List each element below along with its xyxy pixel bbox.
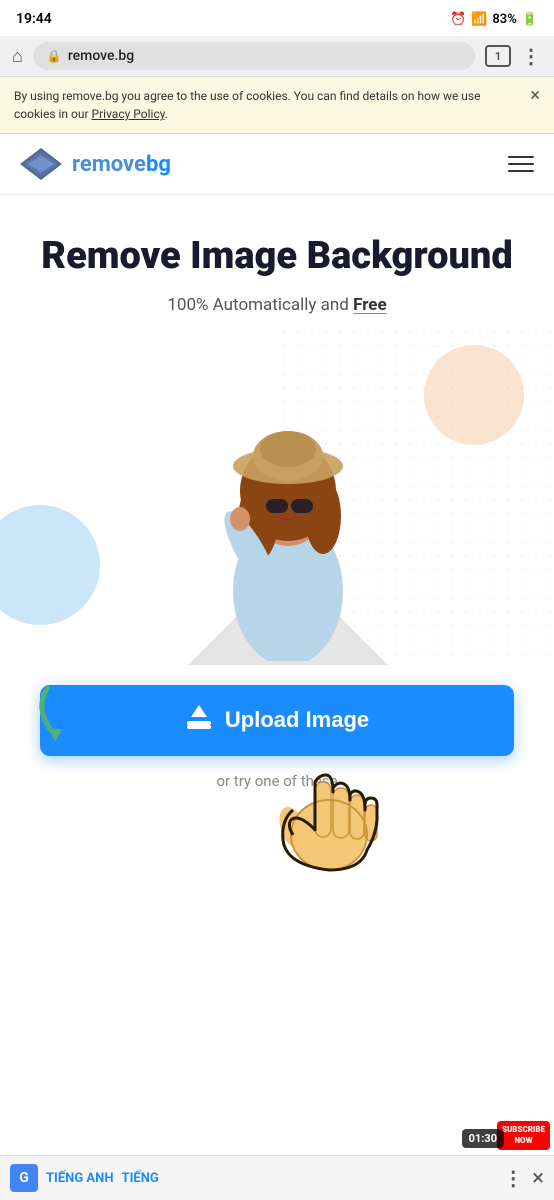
- upload-icon: [185, 703, 213, 738]
- peach-decoration: [424, 345, 524, 445]
- site-logo[interactable]: removebg: [20, 148, 171, 180]
- hero-title: Remove Image Background: [30, 235, 524, 279]
- upload-image-button[interactable]: Upload Image: [40, 685, 514, 756]
- demo-image: [178, 351, 398, 665]
- privacy-policy-link[interactable]: Privacy Policy: [92, 107, 165, 121]
- browser-bar: ⌂ 🔒 remove.bg 1 ⋮: [0, 36, 554, 77]
- demo-area: [0, 325, 554, 665]
- url-text: remove.bg: [68, 48, 134, 64]
- subscribe-badge[interactable]: SUBSCRIBE NOW: [497, 1121, 550, 1150]
- status-right-icons: ⏰ 📶 83% 🔋: [450, 12, 538, 27]
- browser-bottom-bar: G TIẾNG ANH TIẾNG ⋮ ×: [0, 1155, 554, 1200]
- tab-count-button[interactable]: 1: [485, 45, 511, 67]
- timer-badge: 01:30: [462, 1129, 504, 1148]
- google-translate-icon: G: [10, 1164, 38, 1192]
- wifi-icon: 📶: [471, 12, 487, 27]
- site-nav: removebg: [0, 134, 554, 195]
- status-bar: 19:44 ⏰ 📶 83% 🔋: [0, 0, 554, 36]
- status-time: 19:44: [16, 11, 52, 27]
- logo-text: removebg: [72, 152, 171, 177]
- bottom-more-button[interactable]: ⋮: [503, 1166, 524, 1190]
- lock-icon: 🔒: [47, 49, 62, 63]
- cookie-close-button[interactable]: ×: [530, 85, 540, 106]
- home-button[interactable]: ⌂: [12, 46, 23, 67]
- battery-text: 83%: [492, 12, 516, 27]
- blue-decoration: [0, 505, 100, 625]
- translate-lang2[interactable]: TIẾNG: [122, 1171, 159, 1186]
- upload-button-label: Upload Image: [225, 707, 369, 733]
- cookie-banner: By using remove.bg you agree to the use …: [0, 77, 554, 134]
- hero-subtitle: 100% Automatically and Free: [30, 295, 524, 315]
- alarm-icon: ⏰: [450, 12, 466, 27]
- translate-lang1[interactable]: TIẾNG ANH: [46, 1171, 114, 1186]
- browser-more-button[interactable]: ⋮: [521, 44, 542, 68]
- hand-cursor-overlay: [271, 740, 391, 884]
- hero-section: Remove Image Background 100% Automatical…: [0, 195, 554, 325]
- or-text: or try one of these: [40, 772, 514, 790]
- upload-area: Upload Image or try one of these: [0, 665, 554, 804]
- bottom-close-button[interactable]: ×: [532, 1166, 544, 1191]
- site-content: removebg Remove Image Background 100% Au…: [0, 134, 554, 804]
- logo-icon: [20, 148, 62, 180]
- woman-svg: [178, 351, 398, 661]
- cookie-text: By using remove.bg you agree to the use …: [14, 87, 520, 123]
- hamburger-menu[interactable]: [508, 156, 534, 172]
- url-bar[interactable]: 🔒 remove.bg: [33, 42, 475, 70]
- battery-icon: 🔋: [522, 12, 538, 27]
